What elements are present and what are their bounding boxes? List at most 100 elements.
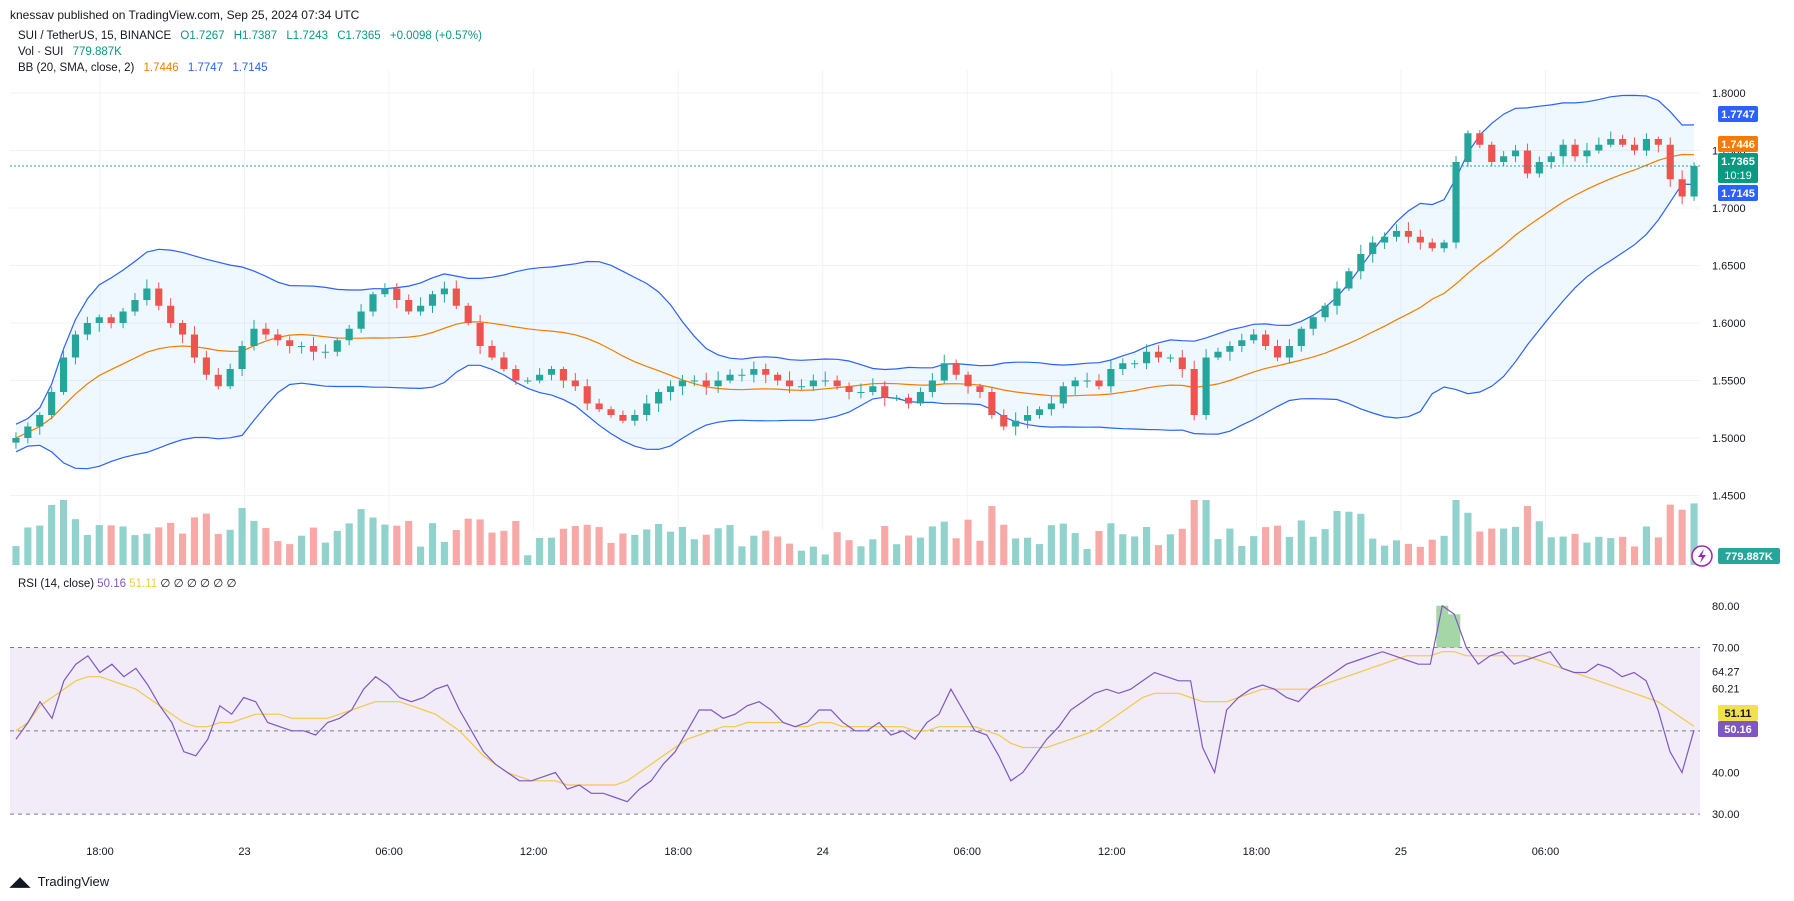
candle-body [750, 369, 758, 375]
rsi-tick-label: 80.00 [1712, 601, 1740, 613]
volume-bar [845, 540, 853, 565]
volume-bar [678, 526, 686, 565]
volume-bar [1250, 536, 1258, 565]
candle-body [309, 346, 318, 352]
badge-rsi: 50.16 [1718, 721, 1758, 737]
volume-bar [1119, 534, 1127, 565]
candle-body [940, 363, 948, 381]
volume-bar [904, 535, 913, 565]
volume-bar [1333, 510, 1341, 565]
price-tick-label: 1.6500 [1712, 261, 1746, 273]
volume-bar [774, 536, 782, 565]
candle-body [274, 334, 282, 341]
candle-body [1440, 242, 1448, 249]
volume-bar [714, 528, 722, 565]
rsi-tick-label: 40.00 [1712, 768, 1740, 780]
price-tick-label: 1.7000 [1712, 203, 1746, 215]
lightning-icon[interactable] [1691, 545, 1713, 567]
candle-body [1547, 156, 1555, 162]
volume-bar [1309, 536, 1317, 565]
candle-body [1059, 386, 1067, 404]
badge-rsi-ma: 51.11 [1718, 705, 1758, 721]
volume-bar [964, 519, 972, 565]
volume-bar [500, 530, 508, 565]
volume-bar [1392, 540, 1401, 565]
badge-upper-text: 1.7747 [1721, 109, 1755, 121]
candle-body [1238, 340, 1246, 346]
volume-bar [940, 521, 948, 565]
candle-body [928, 380, 936, 392]
volume-bar [1654, 537, 1662, 565]
candle-body [1500, 156, 1508, 162]
volume-bar [583, 524, 591, 565]
volume-bar [916, 537, 925, 565]
volume-bar [1238, 545, 1246, 565]
volume-bar [1095, 530, 1103, 565]
candle-body [262, 328, 270, 335]
volume-bar [1595, 536, 1603, 565]
candle-body [571, 380, 579, 387]
volume-bar [857, 546, 865, 565]
price-chart[interactable]: 1.45001.50001.55001.60001.65001.70001.75… [0, 0, 1794, 901]
candle-body [107, 317, 115, 323]
candle-body [1583, 150, 1591, 157]
bb-band-fill [16, 95, 1694, 469]
volume-bar [1297, 520, 1305, 565]
volume-bar [1642, 526, 1651, 565]
volume-bar [286, 544, 294, 565]
candle-body [976, 386, 984, 392]
volume-bar [1500, 528, 1508, 565]
volume-bar [512, 521, 520, 565]
candle-body [131, 300, 139, 312]
rsi-ma-value: 51.11 [129, 578, 158, 590]
volume-bar [345, 523, 353, 565]
volume-bar [1511, 526, 1520, 565]
volume-bar [36, 525, 44, 565]
time-tick-label: 12:00 [520, 846, 548, 858]
time-tick-label: 06:00 [375, 846, 403, 858]
badge-basis: 1.7446 [1718, 136, 1758, 152]
candle-body [785, 380, 794, 387]
candle-body [357, 311, 365, 329]
volume-bar [309, 527, 318, 565]
candle-body [988, 392, 996, 415]
volume-bar [762, 530, 770, 565]
volume-bar [1226, 528, 1234, 565]
candle-body [1214, 351, 1222, 358]
candle-body [202, 357, 210, 375]
volume-bar [821, 554, 829, 565]
volume-bar [131, 535, 139, 565]
candle-body [631, 415, 639, 421]
volume-bar [785, 543, 794, 565]
volume-bar [1476, 531, 1484, 565]
time-tick-label: 12:00 [1098, 846, 1126, 858]
volume-bar [1273, 525, 1282, 565]
candle-body [583, 386, 591, 404]
candle-body [1392, 231, 1401, 237]
rsi-tick-label: 70.00 [1712, 643, 1740, 655]
candle-body [536, 374, 544, 381]
candle-body [1523, 150, 1531, 174]
candle-body [893, 397, 901, 399]
volume-bar [738, 546, 746, 565]
candle-body [512, 369, 520, 381]
volume-bar [226, 529, 234, 565]
candle-body [952, 363, 960, 375]
volume-bar [155, 527, 163, 565]
rsi-tick-label: 30.00 [1712, 809, 1740, 821]
volume-bar [559, 528, 567, 565]
volume-bar [381, 524, 389, 565]
volume-bar [321, 542, 329, 565]
candle-body [607, 409, 615, 415]
tradingview-logo[interactable]: ◢◣ TradingView [10, 874, 109, 890]
time-tick-label: 23 [238, 846, 250, 858]
candle-body [36, 415, 44, 427]
candle-body [1285, 346, 1293, 358]
candle-body [321, 351, 329, 353]
volume-bar [369, 517, 377, 565]
badge-volume: 779.887K [1718, 548, 1780, 564]
volume-bar [952, 538, 960, 565]
candle-body [1071, 380, 1079, 387]
volume-bar [928, 526, 936, 565]
candle-body [1095, 380, 1103, 387]
